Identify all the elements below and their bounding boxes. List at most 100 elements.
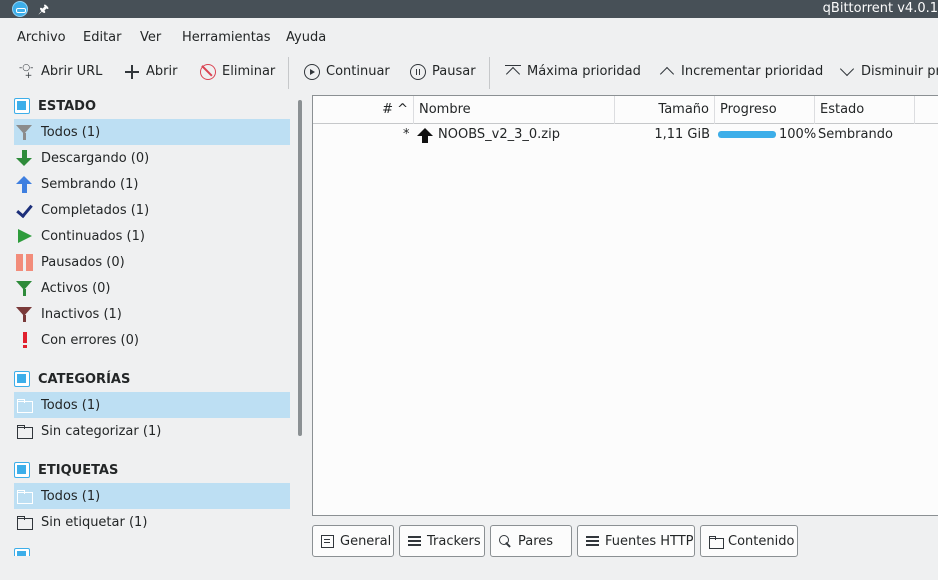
status-item-label: Inactivos (1) (41, 306, 122, 322)
delete-button[interactable]: Eliminar (200, 62, 275, 82)
play-icon (16, 228, 33, 245)
delete-icon (200, 64, 216, 80)
pause-circle-icon (410, 64, 426, 80)
toolbar-separator (288, 57, 289, 89)
increase-priority-label: Incrementar prioridad (681, 64, 824, 79)
pin-icon[interactable]: 🖈 (38, 0, 49, 18)
title-bar: 🖈 qBittorrent v4.0.1 (0, 0, 938, 18)
sidebar-scrollbar[interactable] (298, 100, 302, 436)
folder-icon (16, 514, 33, 531)
progress-text-cell: 100% (779, 127, 817, 142)
tag-item-label: Sin etiquetar (1) (41, 514, 148, 530)
status-item-label: Con errores (0) (41, 332, 139, 348)
open-label: Abrir (146, 64, 178, 79)
column-header-name[interactable]: Nombre (414, 96, 615, 124)
link-add-icon: -○- + (19, 63, 34, 81)
filter-icon (16, 280, 33, 297)
checkbox-icon[interactable] (14, 462, 30, 478)
filter-icon (16, 124, 33, 141)
name-cell: NOOBS_v2_3_0.zip (438, 127, 560, 142)
status-item-label: Activos (0) (41, 280, 111, 296)
pause-button[interactable]: Pausar (410, 62, 476, 82)
resume-button[interactable]: Continuar (304, 62, 390, 82)
tab-general[interactable]: General (312, 525, 394, 557)
category-item-label: Sin categorizar (1) (41, 423, 162, 439)
queue-cell: * (403, 127, 410, 142)
categories-header-label: CATEGORÍAS (38, 371, 131, 387)
folder-icon (16, 423, 33, 440)
status-item-resumed[interactable]: Continuados (1) (14, 223, 290, 249)
menu-bar: Archivo Editar Ver Herramientas Ayuda (0, 26, 938, 50)
column-header-queue[interactable]: # ^ (313, 96, 414, 124)
open-url-label: Abrir URL (41, 64, 103, 79)
chevron-down-icon (839, 64, 855, 80)
qbittorrent-logo-icon[interactable] (12, 1, 28, 17)
tab-content[interactable]: Contenido (700, 525, 798, 557)
menu-ayuda[interactable]: Ayuda (286, 29, 326, 47)
checkbox-icon[interactable] (14, 548, 30, 556)
exclamation-icon (16, 331, 33, 349)
filter-icon (16, 306, 33, 323)
status-item-label: Todos (1) (41, 124, 101, 140)
tab-content-label: Contenido (728, 533, 795, 549)
list-icon (586, 535, 599, 548)
search-icon (499, 534, 512, 548)
chevron-up-icon (659, 64, 675, 80)
checkbox-icon[interactable] (14, 371, 30, 387)
checkbox-icon[interactable] (14, 98, 30, 114)
toolbar: -○- + Abrir URL Abrir Eliminar Continuar… (0, 55, 938, 89)
status-item-downloading[interactable]: Descargando (0) (14, 145, 290, 171)
tab-trackers-label: Trackers (427, 533, 481, 549)
priority-top-icon (505, 64, 521, 80)
pause-label: Pausar (432, 64, 476, 79)
menu-archivo[interactable]: Archivo (17, 29, 66, 47)
tab-http-sources-label: Fuentes HTTP (605, 533, 694, 549)
tab-general-label: General (340, 533, 392, 549)
status-item-errored[interactable]: Con errores (0) (14, 327, 290, 353)
trackers-section-header-partial[interactable] (14, 548, 38, 556)
tab-peers[interactable]: Pares (490, 525, 572, 557)
menu-ver[interactable]: Ver (140, 29, 161, 47)
increase-priority-button[interactable]: Incrementar prioridad (659, 62, 823, 82)
column-header-status[interactable]: Estado (815, 96, 915, 124)
menu-editar[interactable]: Editar (83, 29, 122, 47)
status-item-label: Pausados (0) (41, 254, 125, 270)
top-priority-button[interactable]: Máxima prioridad (505, 62, 641, 82)
progress-fill (718, 131, 776, 138)
list-icon (408, 535, 421, 548)
open-button[interactable]: Abrir (124, 62, 177, 82)
table-row[interactable]: * NOOBS_v2_3_0.zip 1,11 GiB 100% Sembran… (313, 125, 938, 145)
category-item-label: Todos (1) (41, 397, 101, 413)
decrease-priority-button[interactable]: Disminuir pr (839, 62, 938, 82)
category-item-uncategorized[interactable]: Sin categorizar (1) (14, 418, 290, 444)
category-item-all[interactable]: Todos (1) (14, 392, 290, 418)
status-header-label: ESTADO (38, 98, 97, 114)
plus-icon (124, 64, 140, 80)
menu-herramientas[interactable]: Herramientas (182, 29, 271, 47)
arrow-down-icon (16, 149, 33, 167)
check-icon (16, 202, 33, 219)
tags-section-header[interactable]: ETIQUETAS (14, 460, 118, 480)
progress-bar (718, 131, 776, 138)
status-section-header[interactable]: ESTADO (14, 96, 96, 116)
open-url-button[interactable]: -○- + Abrir URL (19, 62, 102, 82)
column-header-progress[interactable]: Progreso (715, 96, 815, 124)
delete-label: Eliminar (222, 64, 276, 79)
torrent-list[interactable]: # ^ Nombre Tamaño Progreso Estado * NOOB… (312, 95, 938, 516)
arrow-up-icon (16, 175, 33, 193)
tab-http-sources[interactable]: Fuentes HTTP (577, 525, 695, 557)
tab-peers-label: Pares (518, 533, 554, 549)
column-header-size[interactable]: Tamaño (615, 96, 715, 124)
status-item-completed[interactable]: Completados (1) (14, 197, 290, 223)
status-item-inactive[interactable]: Inactivos (1) (14, 301, 290, 327)
categories-section-header[interactable]: CATEGORÍAS (14, 369, 130, 389)
pause-icon (16, 253, 33, 271)
status-item-seeding[interactable]: Sembrando (1) (14, 171, 290, 197)
status-item-active[interactable]: Activos (0) (14, 275, 290, 301)
status-item-all[interactable]: Todos (1) (14, 119, 290, 145)
tab-trackers[interactable]: Trackers (399, 525, 485, 557)
tag-item-untagged[interactable]: Sin etiquetar (1) (14, 509, 290, 535)
status-item-paused[interactable]: Pausados (0) (14, 249, 290, 275)
top-priority-label: Máxima prioridad (527, 64, 641, 79)
tag-item-all[interactable]: Todos (1) (14, 483, 290, 509)
